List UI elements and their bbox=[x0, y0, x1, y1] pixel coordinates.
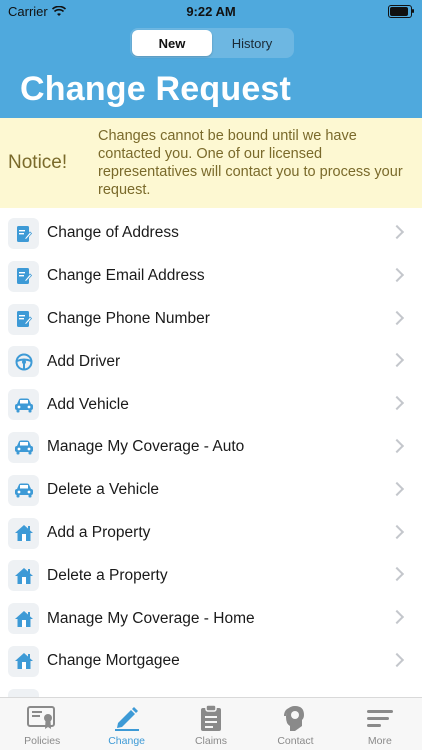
policy-certificate-icon bbox=[26, 703, 58, 733]
list-item-add-vehicle[interactable]: Add Vehicle bbox=[0, 383, 422, 426]
steering-wheel-icon bbox=[8, 346, 39, 378]
list-item-partial[interactable] bbox=[0, 683, 422, 697]
list-item-change-mortgagee[interactable]: Change Mortgagee bbox=[0, 639, 422, 683]
new-history-segmented-control: New History bbox=[130, 28, 294, 58]
clipboard-icon bbox=[195, 703, 227, 733]
list-item-label: Change Mortgagee bbox=[47, 652, 180, 670]
battery-icon bbox=[388, 5, 414, 18]
chevron-right-icon bbox=[389, 267, 405, 282]
list-item-label: Change Email Address bbox=[47, 267, 205, 285]
tab-claims[interactable]: Claims bbox=[169, 698, 253, 750]
change-request-list: Change of Address Change Email Address C… bbox=[0, 212, 422, 697]
notice-label: Notice! bbox=[8, 152, 68, 173]
tab-label: Change bbox=[108, 735, 145, 747]
tab-label: More bbox=[367, 735, 392, 747]
chevron-right-icon bbox=[389, 524, 405, 539]
list-item-label: Add a Property bbox=[47, 523, 151, 541]
pencil-icon bbox=[111, 703, 143, 733]
menu-lines-icon bbox=[364, 703, 396, 733]
house-icon bbox=[8, 517, 39, 549]
list-item-change-phone-number[interactable]: Change Phone Number bbox=[0, 297, 422, 341]
chevron-right-icon bbox=[389, 353, 405, 368]
tab-more[interactable]: More bbox=[338, 698, 422, 750]
status-bar: Carrier 9:22 AM bbox=[0, 0, 422, 22]
tab-change[interactable]: Change bbox=[84, 698, 168, 750]
list-item-label: Add Vehicle bbox=[47, 395, 129, 413]
car-icon bbox=[8, 431, 39, 463]
car-icon bbox=[8, 474, 39, 506]
list-item-add-driver[interactable]: Add Driver bbox=[0, 340, 422, 384]
list-item-add-property[interactable]: Add a Property bbox=[0, 511, 422, 555]
house-icon bbox=[8, 560, 39, 592]
chevron-right-icon bbox=[389, 438, 405, 454]
house-icon bbox=[8, 645, 39, 677]
document-edit-icon bbox=[8, 218, 39, 249]
list-item-delete-vehicle[interactable]: Delete a Vehicle bbox=[0, 468, 422, 512]
list-item-change-email-address[interactable]: Change Email Address bbox=[0, 254, 422, 298]
document-edit-icon bbox=[8, 260, 39, 292]
list-item-label: Manage My Coverage - Home bbox=[47, 609, 255, 627]
page-title: Change Request bbox=[20, 70, 292, 108]
list-item-label: Delete a Property bbox=[47, 566, 168, 584]
list-item-manage-coverage-home[interactable]: Manage My Coverage - Home bbox=[0, 597, 422, 640]
chevron-right-icon bbox=[389, 396, 405, 411]
tab-bar: Policies Change Claims Contact More bbox=[0, 697, 422, 750]
list-item-label: Delete a Vehicle bbox=[47, 481, 160, 499]
list-item-change-of-address[interactable]: Change of Address bbox=[0, 212, 422, 255]
notice-text: Changes cannot be bound until we have co… bbox=[98, 128, 403, 198]
tab-contact[interactable]: Contact bbox=[253, 698, 337, 750]
list-item-delete-property[interactable]: Delete a Property bbox=[0, 554, 422, 598]
status-time: 9:22 AM bbox=[186, 4, 236, 19]
chevron-right-icon bbox=[389, 567, 405, 582]
list-item-manage-coverage-auto[interactable]: Manage My Coverage - Auto bbox=[0, 425, 422, 469]
support-agent-icon bbox=[279, 703, 311, 733]
chevron-right-icon bbox=[389, 481, 405, 496]
tab-policies[interactable]: Policies bbox=[0, 698, 84, 750]
document-edit-icon bbox=[8, 303, 39, 335]
chevron-right-icon bbox=[389, 610, 405, 625]
chevron-right-icon bbox=[389, 652, 405, 668]
notice-banner: Notice! Changes cannot be bound until we… bbox=[0, 118, 422, 208]
list-item-label: Add Driver bbox=[47, 352, 121, 370]
tab-label: Policies bbox=[24, 735, 61, 747]
chevron-right-icon bbox=[389, 310, 405, 325]
list-item-label: Change Phone Number bbox=[47, 309, 210, 327]
segment-history[interactable]: History bbox=[212, 30, 292, 56]
tab-label: Contact bbox=[277, 735, 314, 747]
list-item-label: Manage My Coverage - Auto bbox=[47, 438, 245, 456]
list-item-label: Change of Address bbox=[47, 224, 179, 242]
house-icon bbox=[8, 603, 39, 635]
chevron-right-icon bbox=[389, 224, 405, 240]
tab-label: Claims bbox=[194, 735, 228, 747]
list-item-icon-partial bbox=[8, 688, 39, 697]
car-icon bbox=[8, 389, 39, 421]
header-bar: Carrier 9:22 AM New History Change Reque… bbox=[0, 0, 422, 118]
segment-new[interactable]: New bbox=[132, 30, 212, 56]
